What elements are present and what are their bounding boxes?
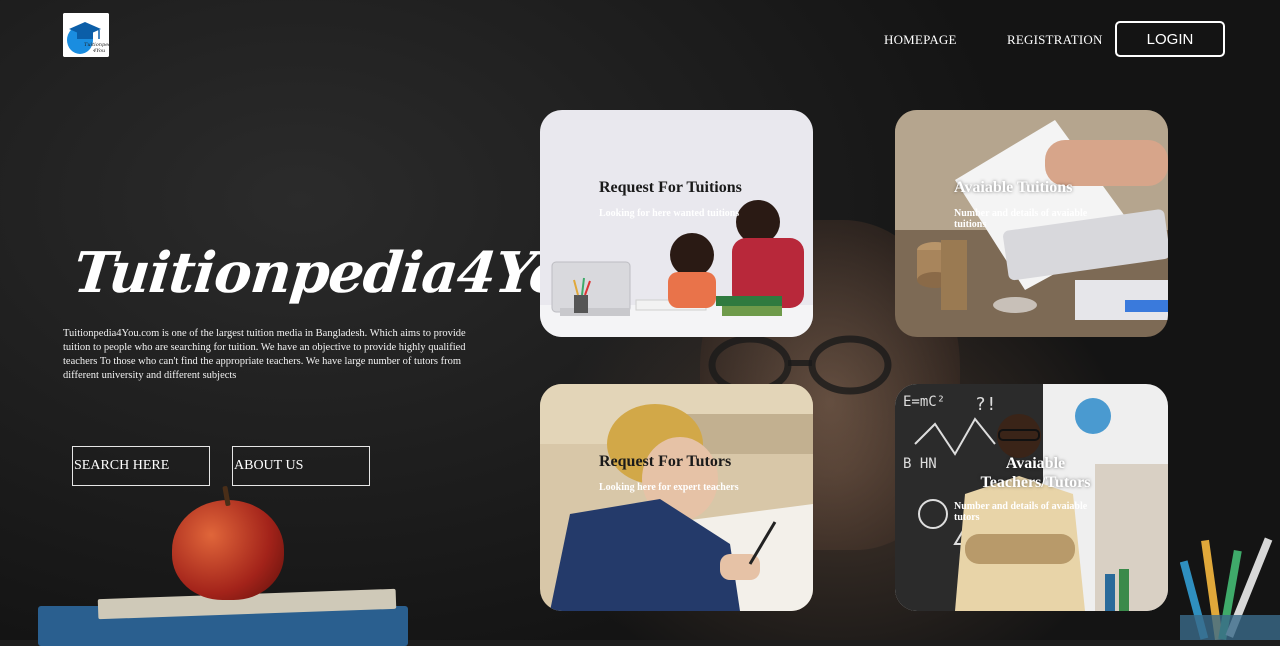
login-button[interactable]: LOGIN — [1115, 21, 1225, 57]
svg-text:B HN: B HN — [903, 456, 937, 472]
card-request-tuitions[interactable]: Request For Tuitions Looking for here wa… — [540, 110, 813, 337]
about-us-button[interactable]: ABOUT US — [232, 446, 370, 486]
apple-image — [172, 500, 284, 600]
nav-homepage-link[interactable]: HOMEPAGE — [884, 32, 957, 48]
card-title: Avaiable Tuitions — [954, 179, 1073, 196]
svg-text:E=mC²: E=mC² — [903, 394, 945, 410]
graduation-cap-icon: Tuitionpedia 4You — [63, 13, 109, 57]
card-title: Request For Tuitions — [599, 179, 742, 196]
card-title: Request For Tutors — [599, 453, 732, 470]
brand-title: Tuitionpedia4You — [70, 240, 609, 306]
svg-text:?!: ?! — [975, 394, 997, 415]
nav-registration-link[interactable]: REGISTRATION — [1007, 32, 1103, 48]
card-subtitle: Number and details of avaiable tuitions — [954, 208, 1088, 230]
card-available-teachers[interactable]: E=mC² ?! B HN Avaiable Teachers/Tutors N… — [895, 384, 1168, 611]
search-here-button[interactable]: SEARCH HERE — [72, 446, 210, 486]
site-description: Tuitionpedia4You.com is one of the large… — [63, 328, 466, 381]
svg-text:4You: 4You — [92, 48, 105, 54]
background-pencils — [1180, 537, 1280, 640]
card-title: Avaiable Teachers/Tutors — [980, 455, 1091, 491]
card-available-tuitions[interactable]: Avaiable Tuitions Number and details of … — [895, 110, 1168, 337]
card-subtitle: Looking here for expert teachers — [599, 482, 739, 493]
tutoring-photo — [540, 110, 813, 337]
card-subtitle: Number and details of avaiable tutors — [954, 501, 1088, 523]
teacher-chalkboard-photo: E=mC² ?! B HN — [895, 384, 1168, 611]
card-request-tutors[interactable]: Request For Tutors Looking here for expe… — [540, 384, 813, 611]
card-subtitle: Looking for here wanted tuitions — [599, 208, 740, 219]
site-logo[interactable]: Tuitionpedia 4You — [63, 13, 109, 57]
student-writing-photo — [540, 384, 813, 611]
